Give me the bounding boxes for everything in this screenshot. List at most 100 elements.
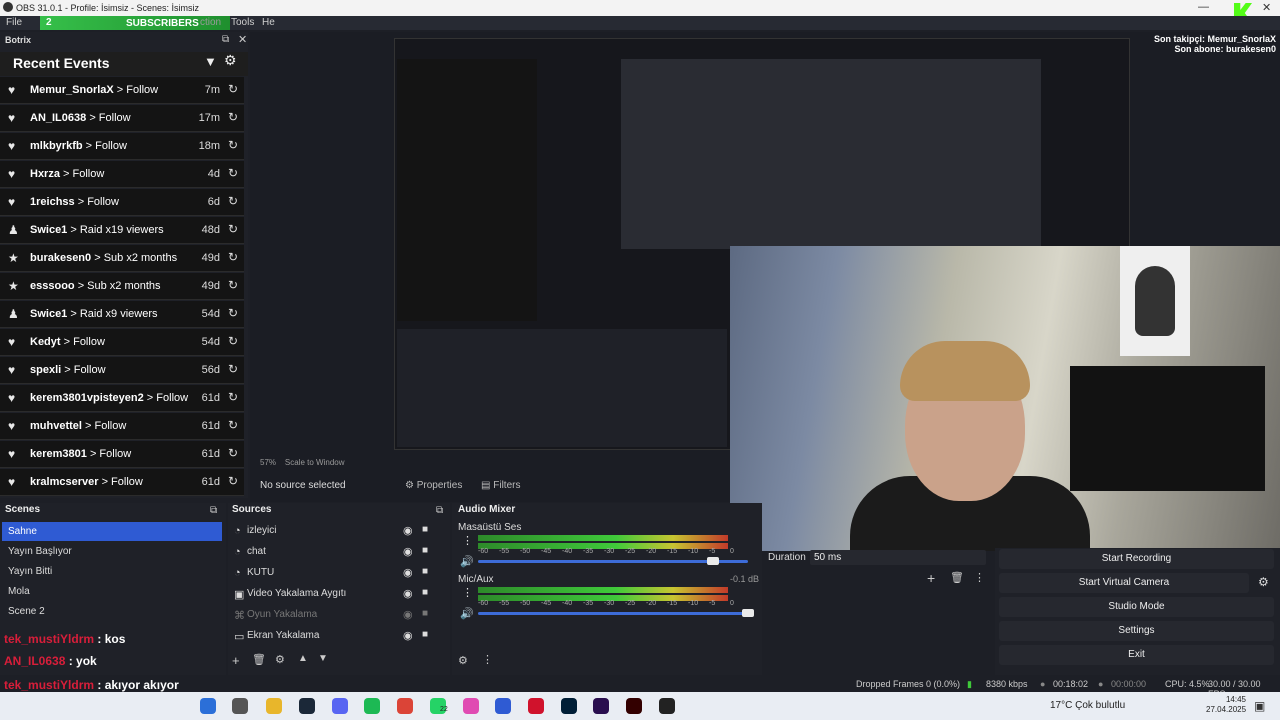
eye-icon[interactable]: ◉	[403, 524, 413, 537]
scenes-undock-icon[interactable]: ⧉	[210, 505, 217, 516]
menu-file[interactable]: File	[6, 17, 22, 28]
clock[interactable]: 14:45 27.04.2025	[1206, 695, 1246, 715]
meter-tick: -20	[646, 548, 657, 555]
discord-icon[interactable]	[332, 698, 348, 714]
start-virtual-camera-button[interactable]: Start Virtual Camera	[999, 573, 1249, 593]
remove-source-icon[interactable]: 🗑	[252, 653, 266, 666]
replay-icon[interactable]: ↻	[228, 138, 238, 152]
windows-start-icon[interactable]	[200, 698, 216, 714]
exit-button[interactable]: Exit	[999, 645, 1274, 665]
filters-button[interactable]: ▤ Filters	[481, 480, 520, 491]
eye-hidden-icon[interactable]: ◉	[403, 608, 413, 621]
channel-menu-icon[interactable]: ⋮	[462, 586, 473, 599]
obs-taskbar-icon[interactable]	[659, 698, 675, 714]
lock-icon[interactable]: ■	[422, 587, 428, 598]
replay-icon[interactable]: ↻	[228, 474, 238, 488]
replay-icon[interactable]: ↻	[228, 82, 238, 96]
weather-text[interactable]: 17°C Çok bulutlu	[1050, 700, 1125, 711]
add-source-icon[interactable]: +	[232, 653, 240, 668]
replay-icon[interactable]: ↻	[228, 306, 238, 320]
move-up-icon[interactable]: ▲	[298, 653, 308, 664]
replay-icon[interactable]: ↻	[228, 222, 238, 236]
remove-transition-icon[interactable]: 🗑	[950, 571, 964, 584]
scene-item[interactable]: Scene 2	[2, 602, 222, 621]
lock-icon[interactable]: ■	[422, 608, 428, 619]
title-bar: OBS 31.0.1 - Profile: İsimsiz - Scenes: …	[0, 0, 1280, 16]
photoshop-icon[interactable]	[561, 698, 577, 714]
transition-menu-icon[interactable]: ⋮	[974, 571, 985, 584]
chrome-icon[interactable]	[397, 698, 413, 714]
mixer-settings-icon[interactable]: ⚙	[458, 654, 468, 667]
close-icon[interactable]: ✕	[1262, 1, 1271, 14]
source-item[interactable]: ◔ KUTU ◉ ■	[232, 564, 444, 584]
app-icon[interactable]	[495, 698, 511, 714]
volume-knob[interactable]	[742, 609, 754, 617]
replay-icon[interactable]: ↻	[228, 418, 238, 432]
mixer-menu-icon[interactable]: ⋮	[482, 653, 493, 666]
scene-item[interactable]: Yayın Bitti	[2, 562, 222, 581]
replay-icon[interactable]: ↻	[228, 194, 238, 208]
source-item[interactable]: ⌘ Oyun Yakalama ◉ ■	[232, 606, 444, 626]
eye-icon[interactable]: ◉	[403, 545, 413, 558]
eye-icon[interactable]: ◉	[403, 566, 413, 579]
move-down-icon[interactable]: ▼	[318, 653, 328, 664]
notification-icon[interactable]: ▣	[1254, 699, 1265, 713]
scale-mode[interactable]: Scale to Window	[285, 458, 345, 467]
sources-undock-icon[interactable]: ⧉	[436, 505, 443, 516]
steam-icon[interactable]	[299, 698, 315, 714]
eye-icon[interactable]: ◉	[403, 629, 413, 642]
source-item[interactable]: ▭ Ekran Yakalama ◉ ■	[232, 627, 444, 647]
illustrator-icon[interactable]	[626, 698, 642, 714]
properties-button[interactable]: ⚙ Properties	[405, 480, 462, 491]
duration-input[interactable]: 50 ms	[810, 550, 986, 565]
studio-mode-button[interactable]: Studio Mode	[999, 597, 1274, 617]
speaker-icon[interactable]: 🔊	[460, 607, 474, 620]
minimize-icon[interactable]: —	[1198, 1, 1209, 13]
channel-menu-icon[interactable]: ⋮	[462, 534, 473, 547]
scene-item[interactable]: Yayın Başlıyor	[2, 542, 222, 561]
chat-message: AN_IL0638 : yok	[4, 654, 97, 668]
menu-tools[interactable]: Tools	[231, 17, 254, 28]
gear-icon[interactable]: ⚙	[224, 52, 237, 69]
event-action: > Follow	[82, 140, 127, 152]
start-recording-button[interactable]: Start Recording	[999, 549, 1274, 569]
add-transition-icon[interactable]: +	[927, 570, 935, 586]
undock-icon[interactable]: ⧉	[222, 34, 229, 45]
replay-icon[interactable]: ↻	[228, 362, 238, 376]
menu-help[interactable]: He	[262, 17, 275, 28]
file-explorer-icon[interactable]	[266, 698, 282, 714]
volume-knob[interactable]	[706, 557, 719, 565]
event-action: > Sub x2 months	[74, 280, 161, 292]
eye-icon[interactable]: ◉	[403, 587, 413, 600]
virtual-camera-settings-icon[interactable]: ⚙	[1258, 575, 1269, 589]
speaker-icon[interactable]: 🔊	[460, 555, 474, 568]
source-item[interactable]: ◔ chat ◉ ■	[232, 543, 444, 563]
task-view-icon[interactable]	[232, 698, 248, 714]
zoom-line: 57% Scale to Window	[260, 458, 345, 467]
replay-icon[interactable]: ↻	[228, 250, 238, 264]
dock-close-icon[interactable]: ✕	[238, 33, 247, 46]
replay-icon[interactable]: ↻	[228, 446, 238, 460]
replay-icon[interactable]: ↻	[228, 110, 238, 124]
volume-slider[interactable]	[478, 612, 748, 615]
paint-icon[interactable]	[463, 698, 479, 714]
source-item[interactable]: ◔ izleyici ◉ ■	[232, 522, 444, 542]
premiere-icon[interactable]	[593, 698, 609, 714]
replay-icon[interactable]: ↻	[228, 166, 238, 180]
source-item[interactable]: ▣ Video Yakalama Aygıtı ◉ ■	[232, 585, 444, 605]
menu-section[interactable]: ction	[200, 17, 221, 28]
replay-icon[interactable]: ↻	[228, 390, 238, 404]
source-props-icon[interactable]: ⚙	[275, 653, 285, 666]
scene-item[interactable]: Sahne	[2, 522, 222, 541]
replay-icon[interactable]: ↻	[228, 278, 238, 292]
lock-icon[interactable]: ■	[422, 629, 428, 640]
filter-icon[interactable]: ▼	[204, 54, 217, 69]
spotify-icon[interactable]	[364, 698, 380, 714]
settings-button[interactable]: Settings	[999, 621, 1274, 641]
replay-icon[interactable]: ↻	[228, 334, 238, 348]
scene-item[interactable]: Mola	[2, 582, 222, 601]
lock-icon[interactable]: ■	[422, 566, 428, 577]
opera-icon[interactable]	[528, 698, 544, 714]
lock-icon[interactable]: ■	[422, 545, 428, 556]
lock-icon[interactable]: ■	[422, 524, 428, 535]
